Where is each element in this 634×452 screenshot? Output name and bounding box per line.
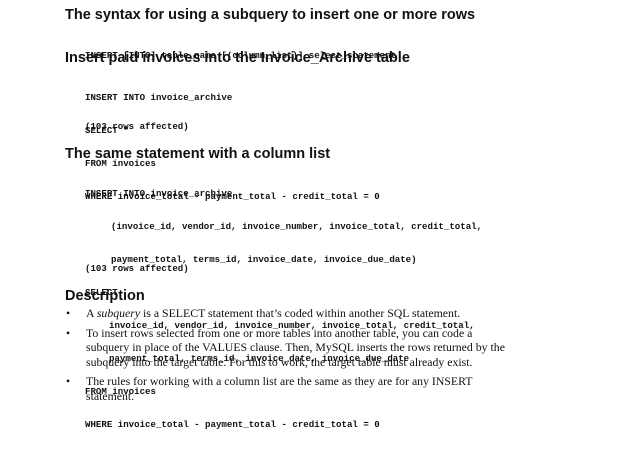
document-page: The syntax for using a subquery to inser… — [0, 0, 634, 446]
bullet-term: subquery — [96, 306, 141, 320]
syntax-heading: The syntax for using a subquery to inser… — [65, 7, 476, 23]
example2-result: (103 rows affected) — [85, 263, 189, 274]
example2-heading: The same statement with a column list — [65, 146, 331, 162]
list-item: • A subquery is a SELECT statement that’… — [66, 306, 506, 321]
bullet-text-post: is a SELECT statement that’s coded withi… — [140, 306, 461, 320]
bullet-text: To insert rows selected from one or more… — [86, 325, 505, 369]
description-list: • A subquery is a SELECT statement that’… — [66, 306, 506, 408]
example1-heading: Insert paid invoices into the Invoice_Ar… — [65, 50, 410, 66]
bullet-icon: • — [66, 325, 71, 340]
list-item: • To insert rows selected from one or mo… — [66, 326, 506, 370]
bullet-icon: • — [66, 374, 71, 388]
example1-result: (103 rows affected) — [85, 121, 189, 132]
code-line: INSERT INTO invoice_archive — [85, 188, 233, 199]
list-item: • The rules for working with a column li… — [66, 374, 506, 403]
bullet-text-pre: A — [86, 306, 97, 320]
description-heading: Description — [65, 288, 145, 304]
bullet-text: The rules for working with a column list… — [86, 374, 473, 403]
code-line: INSERT INTO invoice_archive — [85, 92, 233, 103]
code-line: (invoice_id, vendor_id, invoice_number, … — [111, 221, 483, 232]
code-line: WHERE invoice_total - payment_total - cr… — [85, 419, 380, 430]
bullet-icon: • — [66, 306, 71, 320]
